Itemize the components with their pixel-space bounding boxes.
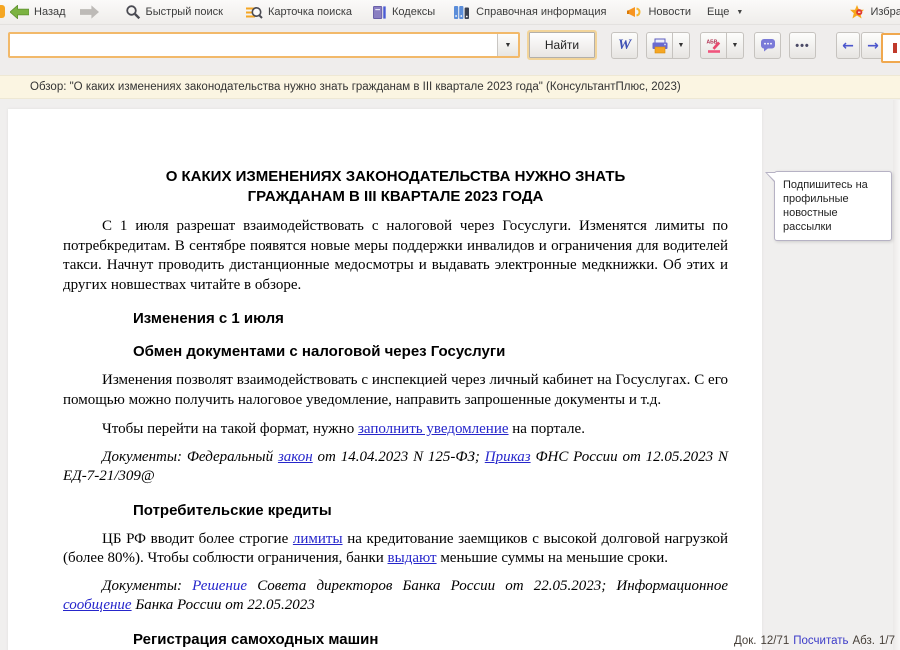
credit-paragraph: ЦБ РФ вводит более строгие лимиты на кре…: [63, 530, 728, 569]
main-toolbar: Назад Быстрый поиск Карточка поиска Коде…: [0, 0, 900, 25]
chevron-down-icon: ▼: [736, 9, 743, 16]
credit-docs-post: Банка России от 22.05.2023: [132, 597, 315, 613]
heading-tax-exchange: Обмен документами с налоговой через Госу…: [133, 342, 728, 361]
paragraph-counter-value: 1/7: [879, 635, 895, 647]
search-input[interactable]: [10, 34, 497, 56]
doc-nav-back-button[interactable]: ←: [836, 32, 860, 59]
subscribe-tooltip-text: Подпишитесь на профильные новостные расс…: [783, 179, 868, 233]
highlight-button[interactable]: АБВ: [700, 32, 727, 59]
search-card-icon: [245, 5, 263, 20]
status-bar: Док. 12/71 Посчитать Абз. 1/7: [734, 635, 895, 647]
main-area: О КАКИХ ИЗМЕНЕНИЯХ ЗАКОНОДАТЕЛЬСТВА НУЖН…: [0, 100, 900, 650]
comment-button[interactable]: [754, 32, 781, 59]
doc-counter-label: Док.: [734, 635, 757, 647]
forward-button[interactable]: [80, 5, 99, 19]
print-button[interactable]: [646, 32, 673, 59]
decision-link[interactable]: Решение: [192, 578, 247, 594]
document-title-line2: ГРАЖДАНАМ В III КВАРТАЛЕ 2023 ГОДА: [63, 187, 728, 207]
highlight-button-group: АБВ ▼: [700, 32, 744, 59]
doc-counter-value: 12/71: [760, 635, 789, 647]
order-link[interactable]: Приказ: [485, 449, 531, 465]
count-link[interactable]: Посчитать: [793, 635, 848, 647]
document-title: О КАКИХ ИЗМЕНЕНИЯХ ЗАКОНОДАТЕЛЬСТВА НУЖН…: [63, 167, 728, 207]
search-input-container: ▼: [8, 32, 520, 58]
document-page: О КАКИХ ИЗМЕНЕНИЯХ ЗАКОНОДАТЕЛЬСТВА НУЖН…: [8, 109, 762, 650]
subscribe-tooltip[interactable]: Подпишитесь на профильные новостные расс…: [774, 171, 892, 241]
search-history-dropdown-button[interactable]: ▼: [497, 34, 518, 56]
tax-docs-pre: Документы: Федеральный: [102, 449, 278, 465]
document-header-text: Обзор: "О каких изменениях законодательс…: [30, 81, 681, 93]
search-bar-row: ▼ Найти W ▼ АБВ ▼ ••• ← →: [0, 25, 900, 75]
word-icon: W: [618, 37, 631, 54]
left-arrow-icon: ←: [842, 38, 854, 54]
print-dropdown-button[interactable]: ▼: [673, 32, 690, 59]
law-link[interactable]: закон: [278, 449, 313, 465]
right-arrow-icon: →: [867, 38, 879, 54]
news-button[interactable]: Новости: [626, 5, 691, 20]
news-label: Новости: [648, 6, 691, 18]
tax-docs-paragraph: Документы: Федеральный закон от 14.04.20…: [63, 448, 728, 487]
tax-note-post: на портале.: [509, 421, 585, 437]
back-button[interactable]: Назад: [10, 5, 66, 19]
credit-docs-paragraph: Документы: Решение Совета директоров Бан…: [63, 577, 728, 616]
tax-docs-mid: от 14.04.2023 N 125-ФЗ;: [313, 449, 485, 465]
tax-paragraph: Изменения позволят взаимодействовать с и…: [63, 371, 728, 410]
back-arrow-icon: [10, 5, 29, 19]
chevron-down-icon: ▼: [678, 42, 685, 49]
favorites-button[interactable]: Избранн: [849, 4, 900, 20]
quick-search-button[interactable]: Быстрый поиск: [125, 4, 223, 20]
scrollbar-track[interactable]: [893, 100, 900, 650]
print-button-group: ▼: [646, 32, 690, 59]
document-header-bar: Обзор: "О каких изменениях законодательс…: [0, 75, 900, 99]
speech-bubble-icon: [760, 38, 776, 53]
favorites-label: Избранн: [870, 6, 900, 18]
clipped-document-button[interactable]: [881, 33, 900, 63]
limits-link[interactable]: лимиты: [293, 531, 343, 547]
tax-note-paragraph: Чтобы перейти на такой формат, нужно зап…: [63, 420, 728, 440]
search-icon: [125, 4, 141, 20]
issue-link[interactable]: выдают: [388, 550, 437, 566]
search-card-button[interactable]: Карточка поиска: [245, 5, 352, 20]
more-actions-button[interactable]: •••: [789, 32, 816, 59]
consultantplus-window: Назад Быстрый поиск Карточка поиска Коде…: [0, 0, 900, 650]
document-title-line1: О КАКИХ ИЗМЕНЕНИЯХ ЗАКОНОДАТЕЛЬСТВА НУЖН…: [63, 167, 728, 187]
quick-search-label: Быстрый поиск: [146, 6, 223, 18]
favorites-star-icon: [849, 4, 865, 20]
credit-docs-mid: Совета директоров Банка России от 22.05.…: [247, 578, 728, 594]
printer-icon: [651, 38, 669, 54]
heading-machine-registration: Регистрация самоходных машин: [133, 630, 728, 649]
reference-info-button[interactable]: Справочная информация: [453, 5, 606, 20]
credit-pre: ЦБ РФ вводит более строгие: [102, 531, 293, 547]
forward-arrow-icon: [80, 5, 99, 19]
heading-consumer-credit: Потребительские кредиты: [133, 501, 728, 520]
clipped-edge-icon: [0, 5, 5, 18]
export-word-button[interactable]: W: [611, 32, 638, 59]
codes-button[interactable]: Кодексы: [372, 5, 435, 20]
marker-icon: АБВ: [706, 38, 722, 54]
reference-info-label: Справочная информация: [476, 6, 606, 18]
message-link[interactable]: сообщение: [63, 597, 132, 613]
tax-note-pre: Чтобы перейти на такой формат, нужно: [102, 421, 358, 437]
intro-paragraph: С 1 июля разрешат взаимодействовать с на…: [63, 217, 728, 295]
find-button[interactable]: Найти: [529, 32, 595, 58]
reference-binders-icon: [453, 5, 471, 20]
back-label: Назад: [34, 6, 66, 18]
more-menu-button[interactable]: Еще ▼: [707, 6, 743, 18]
chevron-down-icon: ▼: [505, 42, 512, 49]
more-label: Еще: [707, 6, 729, 18]
credit-docs-pre: Документы:: [102, 578, 192, 594]
fill-notification-link[interactable]: заполнить уведомление: [358, 421, 509, 437]
document-mark-icon: [893, 43, 897, 53]
chevron-down-icon: ▼: [732, 42, 739, 49]
credit-post: меньшие суммы на меньшие сроки.: [437, 550, 669, 566]
ellipsis-icon: •••: [795, 40, 810, 52]
codes-label: Кодексы: [392, 6, 435, 18]
heading-changes-july: Изменения с 1 июля: [133, 309, 728, 328]
codes-book-icon: [372, 5, 387, 20]
search-card-label: Карточка поиска: [268, 6, 352, 18]
paragraph-counter-label: Абз.: [853, 635, 875, 647]
news-megaphone-icon: [626, 5, 643, 20]
highlight-dropdown-button[interactable]: ▼: [727, 32, 744, 59]
